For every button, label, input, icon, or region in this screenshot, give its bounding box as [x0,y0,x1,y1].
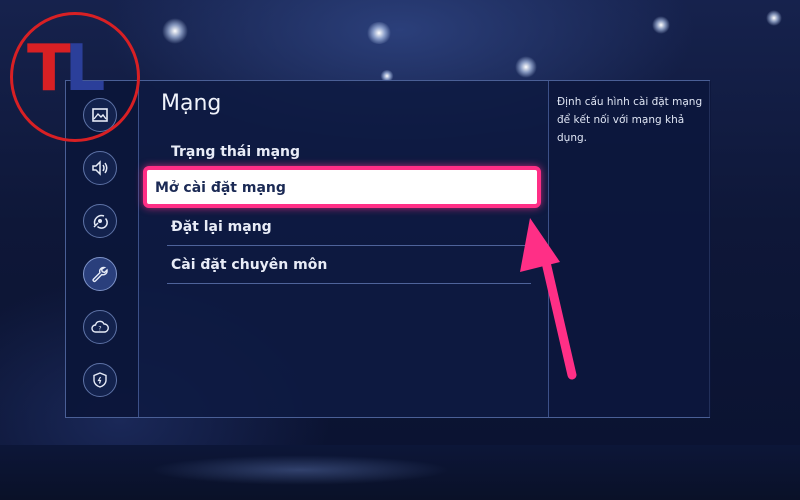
menu-divider [167,283,531,284]
menu-item-expert-settings[interactable]: Cài đặt chuyên môn [169,247,531,283]
logo-letter-t: T [27,32,71,106]
menu-divider [167,245,531,246]
ceiling-light [652,16,670,34]
logo-letter-l: L [64,32,106,106]
menu-item-open-network-settings[interactable]: Mở cài đặt mạng [143,166,541,208]
description-text: Định cấu hình cài đặt mạng để kết nối vớ… [557,96,703,144]
network-menu: Mạng Trạng thái mạng Mở cài đặt mạng Đặt… [139,81,551,417]
menu-item-network-status[interactable]: Trạng thái mạng [169,134,531,170]
description-panel: Định cấu hình cài đặt mạng để kết nối vớ… [548,81,711,417]
svg-text:?: ? [98,326,101,333]
shield-icon[interactable] [83,363,117,397]
ceiling-light [162,18,188,44]
menu-item-reset-network[interactable]: Đặt lại mạng [169,209,531,245]
settings-panel: ? Mạng Trạng thái mạng Mở cài đặt mạng Đ… [65,80,711,418]
tv-screen-photo: ? Mạng Trạng thái mạng Mở cài đặt mạng Đ… [0,0,800,500]
sound-icon[interactable] [83,151,117,185]
cloud-support-icon[interactable]: ? [83,310,117,344]
page-title: Mạng [161,91,222,116]
ceiling-light [766,10,782,26]
watermark-logo: TL [10,12,140,142]
tv-bottom-edge [0,445,800,500]
broadcast-icon[interactable] [83,204,117,238]
ceiling-light [515,56,537,78]
ceiling-light [366,22,392,44]
wrench-icon[interactable] [83,257,117,291]
